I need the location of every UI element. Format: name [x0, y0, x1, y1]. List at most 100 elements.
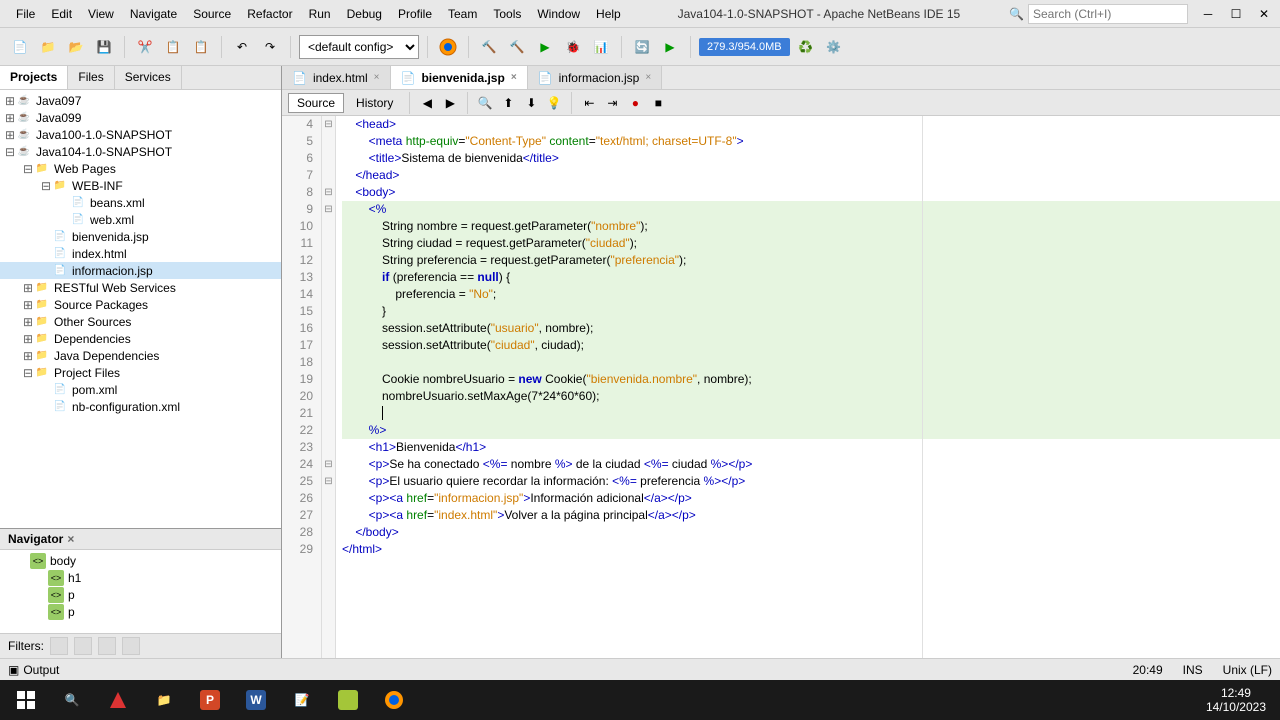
insert-mode[interactable]: INS	[1183, 663, 1203, 677]
shift-left-icon[interactable]: ⇤	[579, 93, 599, 113]
open-button[interactable]: 📂	[64, 35, 88, 59]
menu-profile[interactable]: Profile	[390, 3, 440, 25]
copy-button[interactable]: 📋	[161, 35, 185, 59]
nav-item[interactable]: <>h1	[0, 569, 281, 586]
new-project-button[interactable]: 📁	[36, 35, 60, 59]
nav-item[interactable]: <>p	[0, 603, 281, 620]
system-clock[interactable]: 12:49 14/10/2023	[1206, 686, 1276, 715]
toggle-highlight-icon[interactable]: 💡	[544, 93, 564, 113]
tree-item[interactable]: 📄informacion.jsp	[0, 262, 281, 279]
services-tab[interactable]: Services	[115, 66, 182, 89]
tree-item[interactable]: 📄web.xml	[0, 211, 281, 228]
taskbar-app-1[interactable]	[96, 682, 140, 718]
filter-button-1[interactable]	[50, 637, 68, 655]
file-explorer-button[interactable]: 📁	[142, 682, 186, 718]
start-button[interactable]	[4, 682, 48, 718]
tree-item[interactable]: ⊞📁Source Packages	[0, 296, 281, 313]
tree-item[interactable]: 📄pom.xml	[0, 381, 281, 398]
gc-button[interactable]: ♻️	[794, 35, 818, 59]
menu-debug[interactable]: Debug	[339, 3, 390, 25]
menu-window[interactable]: Window	[529, 3, 588, 25]
find-prev-icon[interactable]: ⬆	[498, 93, 518, 113]
macro-stop-icon[interactable]: ■	[648, 93, 668, 113]
redo-button[interactable]: ↷	[258, 35, 282, 59]
tree-item[interactable]: ⊞📁Dependencies	[0, 330, 281, 347]
tab-close-icon[interactable]: ×	[645, 72, 651, 83]
close-button[interactable]: ✕	[1256, 6, 1272, 22]
tree-item[interactable]: 📄beans.xml	[0, 194, 281, 211]
menu-run[interactable]: Run	[301, 3, 339, 25]
netbeans-taskbar-button[interactable]	[326, 682, 370, 718]
navigator-close-icon[interactable]: ×	[67, 532, 74, 546]
projects-tab[interactable]: Projects	[0, 66, 68, 89]
code-editor[interactable]: 4567891011121314151617181920212223242526…	[282, 116, 1280, 658]
new-file-button[interactable]: 📄	[8, 35, 32, 59]
nav-item[interactable]: <>body	[0, 552, 281, 569]
menu-file[interactable]: File	[8, 3, 43, 25]
menu-tools[interactable]: Tools	[485, 3, 529, 25]
tree-item[interactable]: ⊟📁WEB-INF	[0, 177, 281, 194]
search-taskbar-button[interactable]: 🔍	[50, 682, 94, 718]
reload-button[interactable]: 🔄	[630, 35, 654, 59]
tree-item[interactable]: ⊟📁Web Pages	[0, 160, 281, 177]
tree-item[interactable]: ⊞📁Java Dependencies	[0, 347, 281, 364]
menu-view[interactable]: View	[80, 3, 122, 25]
cut-button[interactable]: ✂️	[133, 35, 157, 59]
nav-item[interactable]: <>p	[0, 586, 281, 603]
tree-item[interactable]: ⊞📁Other Sources	[0, 313, 281, 330]
run-button[interactable]: ▶	[533, 35, 557, 59]
menu-navigate[interactable]: Navigate	[122, 3, 185, 25]
menu-refactor[interactable]: Refactor	[239, 3, 300, 25]
history-view-button[interactable]: History	[347, 93, 402, 113]
global-search-input[interactable]	[1028, 4, 1188, 24]
editor-tab[interactable]: 📄bienvenida.jsp×	[391, 66, 528, 89]
tab-close-icon[interactable]: ×	[511, 72, 517, 83]
menu-help[interactable]: Help	[588, 3, 629, 25]
navigator-tree[interactable]: <>body<>h1<>p<>p	[0, 550, 281, 633]
back-icon[interactable]: ◀	[417, 93, 437, 113]
output-tab[interactable]: ▣ Output	[8, 663, 59, 677]
debug-button[interactable]: 🐞	[561, 35, 585, 59]
maximize-button[interactable]: ☐	[1228, 6, 1244, 22]
tree-item[interactable]: ⊞☕Java100-1.0-SNAPSHOT	[0, 126, 281, 143]
forward-icon[interactable]: ▶	[440, 93, 460, 113]
filter-button-3[interactable]	[98, 637, 116, 655]
tree-item[interactable]: 📄bienvenida.jsp	[0, 228, 281, 245]
build-button[interactable]: 🔨	[477, 35, 501, 59]
tree-item[interactable]: 📄index.html	[0, 245, 281, 262]
save-all-button[interactable]: 💾	[92, 35, 116, 59]
powerpoint-button[interactable]: P	[188, 682, 232, 718]
undo-button[interactable]: ↶	[230, 35, 254, 59]
memory-indicator[interactable]: 279.3/954.0MB	[699, 38, 790, 56]
firefox-taskbar-button[interactable]	[372, 682, 416, 718]
menu-edit[interactable]: Edit	[43, 3, 80, 25]
tree-item[interactable]: ⊞☕Java099	[0, 109, 281, 126]
tree-item[interactable]: ⊞📁RESTful Web Services	[0, 279, 281, 296]
find-next-icon[interactable]: ⬇	[521, 93, 541, 113]
paste-button[interactable]: 📋	[189, 35, 213, 59]
word-button[interactable]: W	[234, 682, 278, 718]
tree-item[interactable]: ⊟☕Java104-1.0-SNAPSHOT	[0, 143, 281, 160]
project-tree[interactable]: ⊞☕Java097⊞☕Java099⊞☕Java100-1.0-SNAPSHOT…	[0, 90, 281, 528]
shift-right-icon[interactable]: ⇥	[602, 93, 622, 113]
config-select[interactable]: <default config>	[299, 35, 419, 59]
profile-button[interactable]: 📊	[589, 35, 613, 59]
browser-icon[interactable]	[436, 35, 460, 59]
tree-item[interactable]: ⊞☕Java097	[0, 92, 281, 109]
filter-button-4[interactable]	[122, 637, 140, 655]
clean-build-button[interactable]: 🔨	[505, 35, 529, 59]
source-view-button[interactable]: Source	[288, 93, 344, 113]
profiler-attach-button[interactable]: ⚙️	[822, 35, 846, 59]
tree-item[interactable]: ⊟📁Project Files	[0, 364, 281, 381]
minimize-button[interactable]: ─	[1200, 6, 1216, 22]
tab-close-icon[interactable]: ×	[374, 72, 380, 83]
menu-source[interactable]: Source	[185, 3, 239, 25]
find-selection-icon[interactable]: 🔍	[475, 93, 495, 113]
macro-rec-icon[interactable]: ●	[625, 93, 645, 113]
files-tab[interactable]: Files	[68, 66, 114, 89]
tree-item[interactable]: 📄nb-configuration.xml	[0, 398, 281, 415]
taskbar-app-2[interactable]: 📝	[280, 682, 324, 718]
editor-tab[interactable]: 📄informacion.jsp×	[528, 66, 663, 89]
editor-tab[interactable]: 📄index.html×	[282, 66, 391, 89]
filter-button-2[interactable]	[74, 637, 92, 655]
